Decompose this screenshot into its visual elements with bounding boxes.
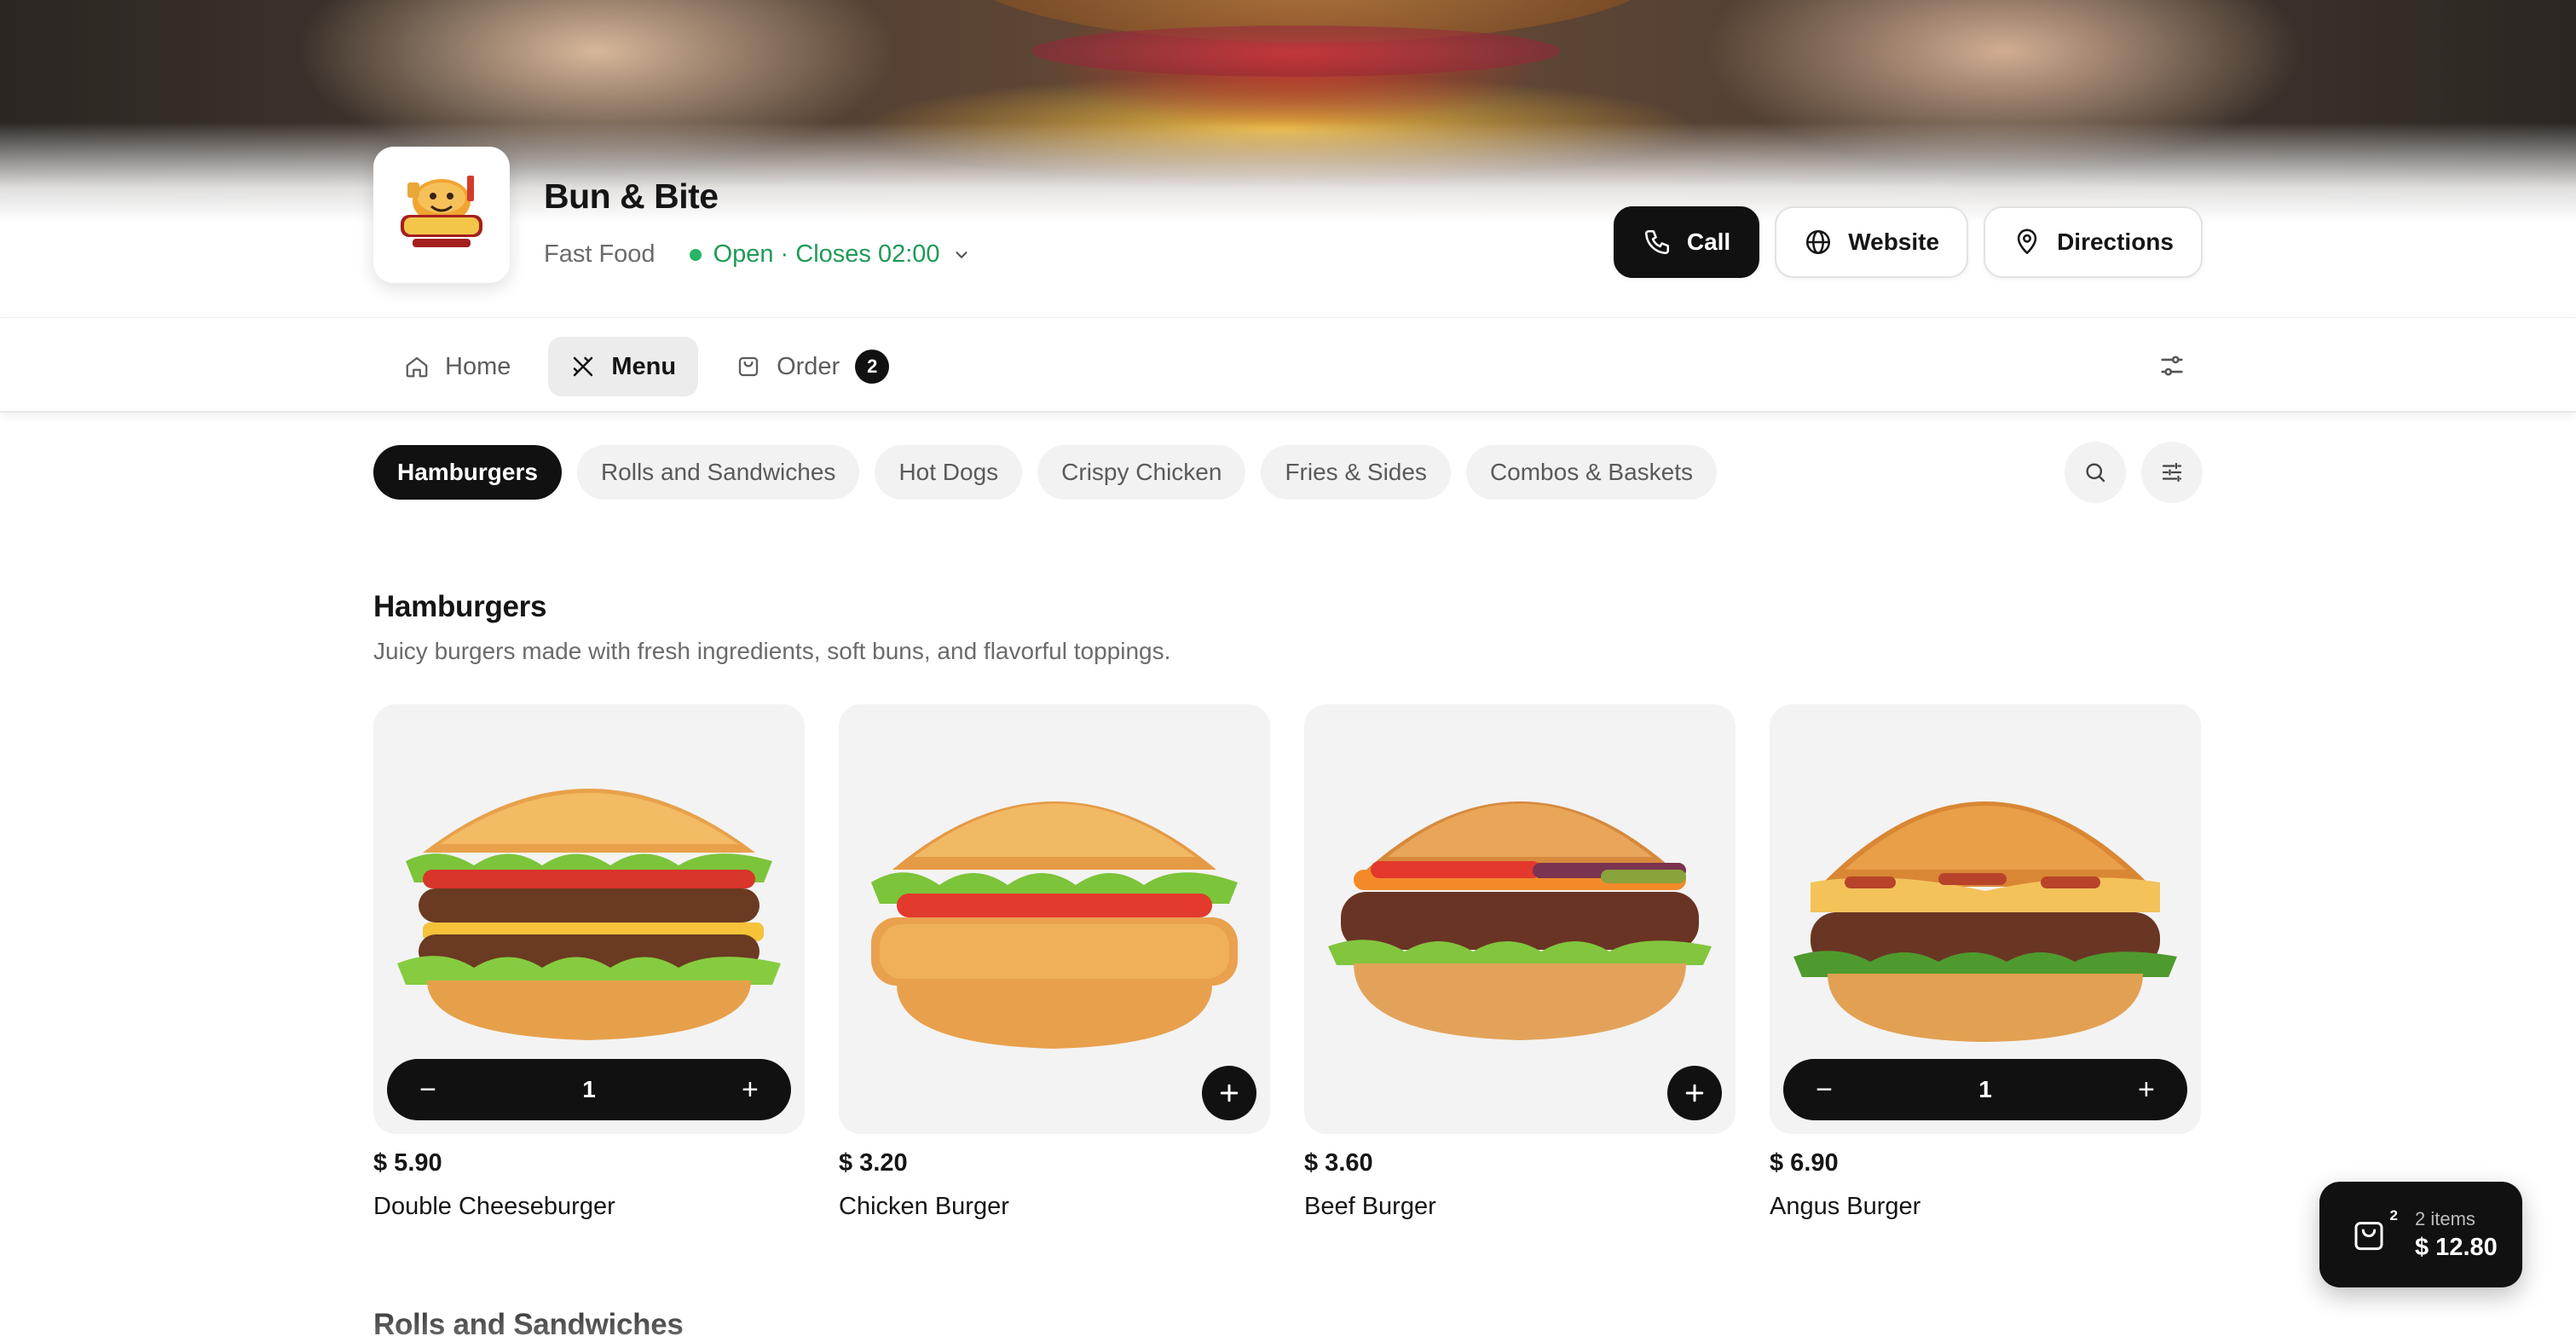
product-grid: − 1 + $ 5.90 Double Cheeseburger $ 3.20 … [373, 704, 2201, 1221]
map-pin-icon [2017, 228, 2037, 255]
shopping-bag-icon [738, 356, 759, 377]
product-card[interactable]: − 1 + $ 5.90 Double Cheeseburger [373, 704, 805, 1221]
nav-order-label: Order [777, 352, 840, 380]
nav-home-label: Home [445, 352, 511, 380]
cart-summary: 2 items $ 12.80 [2415, 1208, 2498, 1262]
plus-icon [1685, 1084, 1704, 1102]
filter-button[interactable] [2141, 442, 2203, 503]
chip-crispy-chicken[interactable]: Crispy Chicken [1037, 445, 1246, 500]
chicken-burger-image [871, 801, 1238, 1049]
call-label: Call [1686, 228, 1731, 255]
floating-cart-button[interactable]: 2 2 items $ 12.80 [2319, 1182, 2522, 1287]
decrease-button[interactable]: − [413, 1074, 443, 1105]
preferences-button[interactable] [2150, 344, 2194, 388]
product-image-beef-burger[interactable] [1304, 704, 1736, 1134]
product-price: $ 3.20 [839, 1149, 908, 1177]
order-count-badge: 2 [855, 350, 890, 384]
quantity-stepper[interactable]: − 1 + [1783, 1059, 2187, 1120]
bun-and-bite-logo-icon [401, 176, 482, 247]
website-label: Website [1848, 228, 1940, 255]
main-nav-bar: Home Menu Order 2 [0, 317, 2576, 413]
plus-icon [1220, 1084, 1239, 1102]
shopping-bag-icon [2354, 1222, 2383, 1251]
filter-sliders-icon [2162, 462, 2182, 483]
beef-burger-image [1328, 801, 1712, 1040]
opening-hours-dropdown[interactable]: Open · Closes 02:00 [689, 240, 971, 269]
header-actions: Call Website Directions [1613, 206, 2203, 278]
nav-home[interactable]: Home [382, 337, 533, 396]
directions-label: Directions [2057, 228, 2174, 255]
globe-icon [1806, 229, 1831, 255]
product-card[interactable]: $ 3.60 Beef Burger [1304, 704, 1736, 1221]
cart-total: $ 12.80 [2415, 1233, 2498, 1261]
main-nav: Home Menu Order 2 [382, 337, 911, 396]
phone-icon [1644, 229, 1669, 255]
store-meta: Fast Food Open · Closes 02:00 [544, 240, 971, 269]
add-to-cart-button[interactable] [1202, 1066, 1256, 1120]
cart-icon-wrap: 2 [2352, 1207, 2398, 1253]
store-category: Fast Food [544, 240, 656, 268]
opening-status: Open · Closes 02:00 [713, 240, 940, 268]
chip-hot-dogs[interactable]: Hot Dogs [875, 445, 1023, 500]
cart-badge: 2 [2389, 1207, 2398, 1223]
double-cheeseburger-image [397, 789, 781, 1040]
chip-hamburgers[interactable]: Hamburgers [373, 445, 562, 500]
product-image-angus-burger[interactable]: − 1 + [1770, 704, 2201, 1134]
hero-onion-shape [1031, 26, 1560, 77]
increase-button[interactable]: + [2131, 1074, 2162, 1105]
quantity-stepper[interactable]: − 1 + [387, 1059, 791, 1120]
product-name: Double Cheeseburger [373, 1193, 615, 1220]
open-status-dot [689, 248, 702, 261]
product-price: $ 5.90 [373, 1149, 442, 1177]
store-logo [373, 147, 510, 283]
section-description: Juicy burgers made with fresh ingredient… [373, 638, 1171, 664]
home-icon [406, 356, 428, 378]
call-button[interactable]: Call [1613, 206, 1760, 278]
product-name: Chicken Burger [839, 1193, 1009, 1220]
product-image-chicken-burger[interactable] [839, 704, 1270, 1134]
category-chips: Hamburgers Rolls and Sandwiches Hot Dogs… [373, 445, 1718, 500]
product-price: $ 3.60 [1304, 1149, 1373, 1177]
product-card[interactable]: − 1 + $ 6.90 Angus Burger [1770, 704, 2201, 1221]
nav-order[interactable]: Order 2 [713, 337, 911, 396]
sliders-icon [2161, 356, 2183, 376]
utensils-icon [574, 356, 593, 377]
next-section-title: Rolls and Sandwiches [373, 1308, 684, 1341]
chip-fries-and-sides[interactable]: Fries & Sides [1261, 445, 1451, 500]
chip-combos-and-baskets[interactable]: Combos & Baskets [1465, 445, 1718, 500]
product-card[interactable]: $ 3.20 Chicken Burger [839, 704, 1270, 1221]
section-title: Hamburgers [373, 590, 547, 623]
website-button[interactable]: Website [1775, 206, 1969, 278]
decrease-button[interactable]: − [1809, 1074, 1840, 1105]
quantity-value: 1 [1978, 1076, 1992, 1102]
product-name: Beef Burger [1304, 1193, 1436, 1220]
quantity-value: 1 [582, 1076, 596, 1102]
product-name: Angus Burger [1770, 1193, 1921, 1220]
menu-tools [2065, 442, 2203, 503]
angus-burger-image [1793, 801, 2177, 1042]
search-icon [2086, 463, 2105, 483]
chip-rolls-and-sandwiches[interactable]: Rolls and Sandwiches [576, 445, 860, 500]
store-name: Bun & Bite [544, 176, 719, 216]
nav-menu-label: Menu [611, 352, 677, 380]
add-to-cart-button[interactable] [1667, 1066, 1722, 1120]
chevron-down-icon [955, 251, 967, 258]
increase-button[interactable]: + [735, 1074, 765, 1105]
nav-menu[interactable]: Menu [548, 337, 699, 396]
product-image-double-cheeseburger[interactable]: − 1 + [373, 704, 805, 1134]
search-button[interactable] [2065, 442, 2126, 503]
cart-item-count: 2 items [2415, 1207, 2475, 1229]
product-price: $ 6.90 [1770, 1149, 1839, 1177]
directions-button[interactable]: Directions [1984, 206, 2203, 278]
